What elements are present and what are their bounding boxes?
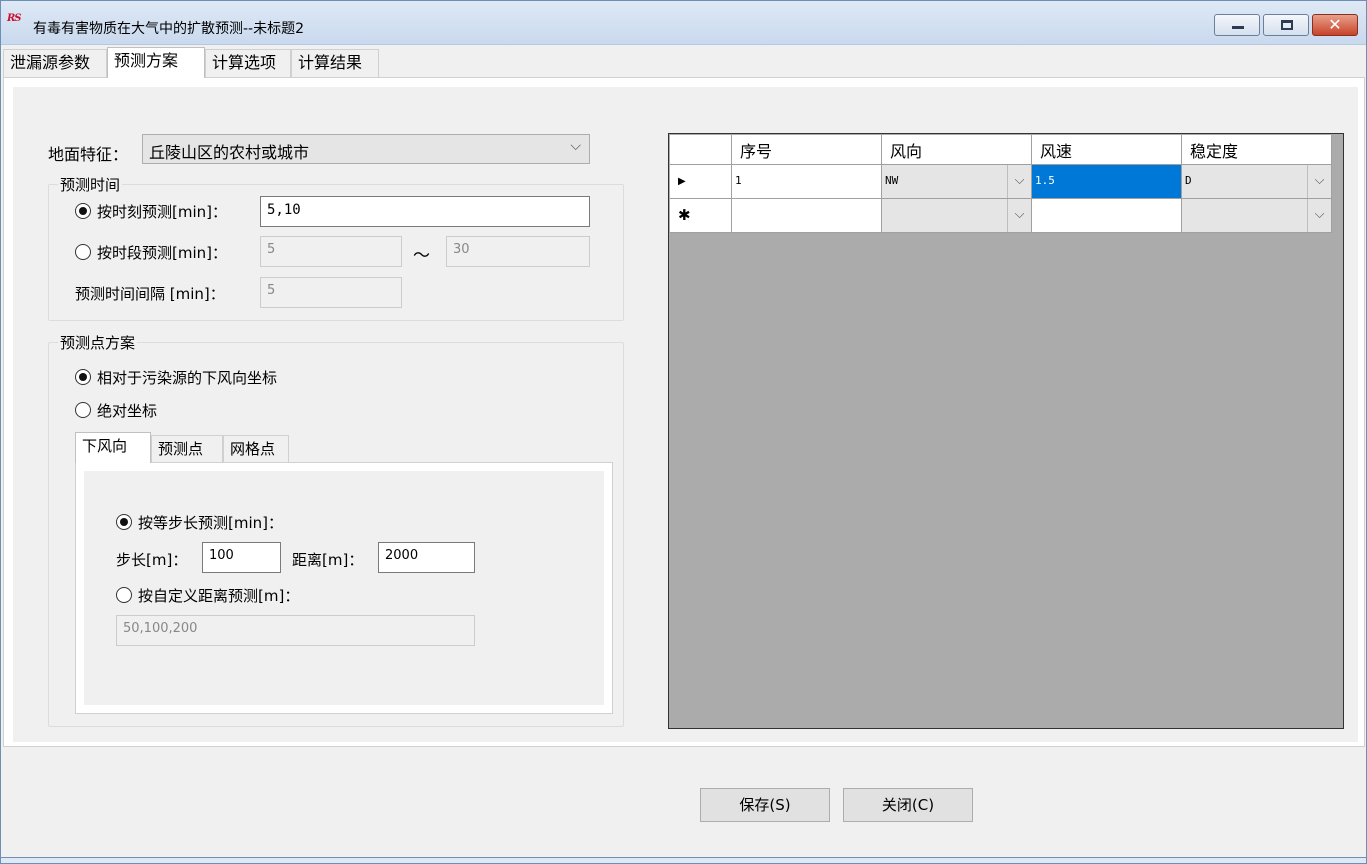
subtab-downwind[interactable]: 下风向: [75, 432, 151, 463]
radio-by-moment[interactable]: 按时刻预测[min]：: [75, 201, 227, 222]
equal-step-label: 按等步长预测[min]：: [138, 514, 283, 532]
terrain-select[interactable]: 丘陵山区的农村或城市 ⌵: [142, 134, 590, 164]
tab-calc-options[interactable]: 计算选项: [205, 49, 291, 77]
column-header-wind-speed[interactable]: 风速: [1032, 135, 1182, 165]
terrain-value: 丘陵山区的农村或城市: [149, 143, 310, 162]
radio-off-icon: [75, 244, 91, 260]
period-to-input[interactable]: 30: [446, 236, 590, 267]
custom-distance-input[interactable]: 50,100,200: [116, 615, 475, 646]
chevron-down-icon: ⌵: [570, 138, 581, 154]
cell-stability[interactable]: ⌵: [1182, 199, 1332, 233]
grid-corner-header: [670, 135, 732, 165]
close-icon: ✕: [1328, 15, 1342, 34]
close-window-button[interactable]: ✕: [1312, 14, 1358, 36]
cell-stability[interactable]: D ⌵: [1182, 165, 1332, 199]
tab-leak-source[interactable]: 泄漏源参数: [3, 49, 107, 77]
wind-direction-value: NW: [885, 174, 899, 187]
terrain-label: 地面特征：: [48, 145, 129, 164]
absolute-coords-label: 绝对坐标: [97, 402, 158, 420]
range-tilde: ～: [413, 246, 430, 266]
forecast-point-title: 预测点方案: [58, 332, 138, 353]
distance-input[interactable]: 2000: [378, 542, 475, 573]
column-header-wind-direction[interactable]: 风向: [882, 135, 1032, 165]
column-header-stability[interactable]: 稳定度: [1182, 135, 1332, 165]
close-button[interactable]: 关闭(C): [843, 788, 973, 822]
radio-on-icon: [75, 369, 91, 385]
cell-wind-direction[interactable]: ⌵: [882, 199, 1032, 233]
by-moment-label: 按时刻预测[min]：: [97, 203, 227, 221]
cell-index[interactable]: 1: [732, 165, 882, 199]
weather-grid[interactable]: 序号 风向 风速 稳定度 ▶ 1 NW ⌵ 1.5 D ⌵ ✱ ⌵ ⌵: [668, 133, 1344, 729]
chevron-down-icon[interactable]: ⌵: [1007, 199, 1031, 232]
maximize-button[interactable]: [1263, 14, 1309, 36]
main-window: RS 有毒有害物质在大气中的扩散预测--未标题2 ✕ 泄漏源参数 预测方案 计算…: [0, 0, 1367, 864]
cell-wind-speed[interactable]: [1032, 199, 1182, 233]
radio-by-period[interactable]: 按时段预测[min]：: [75, 242, 227, 263]
chevron-down-icon[interactable]: ⌵: [1307, 199, 1331, 232]
tab-forecast-plan[interactable]: 预测方案: [107, 47, 205, 78]
cell-wind-speed[interactable]: 1.5: [1032, 165, 1182, 199]
forecast-time-title: 预测时间: [58, 174, 123, 195]
radio-on-icon: [116, 514, 132, 530]
chevron-down-icon[interactable]: ⌵: [1007, 165, 1031, 198]
relative-coords-label: 相对于污染源的下风向坐标: [97, 369, 278, 387]
subtab-points[interactable]: 预测点: [151, 435, 223, 463]
step-input[interactable]: 100: [202, 542, 281, 573]
minimize-button[interactable]: [1214, 14, 1260, 36]
stability-value: D: [1185, 174, 1192, 187]
cell-wind-direction[interactable]: NW ⌵: [882, 165, 1032, 199]
save-button[interactable]: 保存(S): [700, 788, 830, 822]
radio-custom-distance[interactable]: 按自定义距离预测[m]：: [116, 585, 299, 606]
interval-input[interactable]: 5: [260, 277, 402, 308]
step-label: 步长[m]：: [116, 551, 188, 569]
period-from-input[interactable]: 5: [260, 236, 402, 267]
radio-relative-coords[interactable]: 相对于污染源的下风向坐标: [75, 367, 277, 388]
row-header-current[interactable]: ▶: [670, 165, 732, 199]
sub-tab-strip: 下风向 预测点 网格点: [75, 432, 615, 465]
title-bar[interactable]: RS 有毒有害物质在大气中的扩散预测--未标题2 ✕: [1, 1, 1366, 45]
window-bottom-edge: [1, 857, 1366, 863]
subtab-grid-points[interactable]: 网格点: [223, 435, 289, 463]
radio-equal-step[interactable]: 按等步长预测[min]：: [116, 512, 283, 533]
new-row-icon: ✱: [678, 206, 691, 224]
current-row-icon: ▶: [678, 176, 686, 187]
radio-absolute-coords[interactable]: 绝对坐标: [75, 400, 157, 421]
interval-label: 预测时间间隔 [min]：: [75, 285, 225, 303]
radio-off-icon: [116, 587, 132, 603]
column-header-index[interactable]: 序号: [732, 135, 882, 165]
button-bar: 保存(S) 关闭(C): [1, 749, 1366, 863]
distance-label: 距离[m]：: [292, 551, 364, 569]
by-moment-input[interactable]: 5,10: [260, 196, 590, 227]
row-header-new[interactable]: ✱: [670, 199, 732, 233]
by-period-label: 按时段预测[min]：: [97, 244, 227, 262]
radio-on-icon: [75, 203, 91, 219]
custom-distance-label: 按自定义距离预测[m]：: [138, 587, 300, 605]
tab-calc-results[interactable]: 计算结果: [291, 49, 379, 77]
minimize-icon: [1232, 26, 1244, 29]
window-title: 有毒有害物质在大气中的扩散预测--未标题2: [33, 21, 305, 37]
cell-index[interactable]: [732, 199, 882, 233]
app-logo-icon: RS: [7, 13, 22, 24]
maximize-icon: [1281, 20, 1293, 30]
chevron-down-icon[interactable]: ⌵: [1307, 165, 1331, 198]
radio-off-icon: [75, 402, 91, 418]
